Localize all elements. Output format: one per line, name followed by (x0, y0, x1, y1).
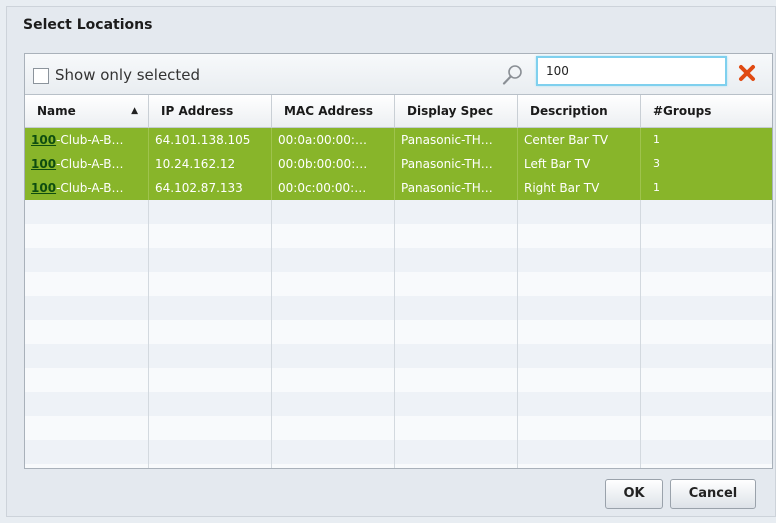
empty-row (25, 320, 772, 344)
search-match-text: 100 (31, 133, 57, 147)
cell-description: Center Bar TV (518, 128, 641, 152)
cancel-button[interactable]: Cancel (670, 479, 756, 509)
table-row[interactable]: 100-Club-A-B… 10.24.162.12 00:0b:00:00:…… (25, 152, 772, 176)
cell-name: 100-Club-A-B… (25, 128, 149, 152)
name-text: -Club-A-B… (56, 181, 124, 195)
cell-display-spec: Panasonic-TH… (395, 152, 518, 176)
column-header-display-spec[interactable]: Display Spec (395, 95, 518, 128)
filter-toolbar: Show only selected (25, 54, 772, 95)
show-only-selected-label[interactable]: Show only selected (55, 66, 200, 84)
search-match-text: 100 (31, 181, 57, 195)
empty-row (25, 200, 772, 224)
cell-display-spec: Panasonic-TH… (395, 176, 518, 200)
cell-description: Right Bar TV (518, 176, 641, 200)
table-row[interactable]: 100-Club-A-B… 64.102.87.133 00:0c:00:00:… (25, 176, 772, 200)
cell-ip-address: 64.101.138.105 (149, 128, 272, 152)
cell-ip-address: 10.24.162.12 (149, 152, 272, 176)
cell-mac-address: 00:0b:00:00:… (272, 152, 395, 176)
empty-row (25, 464, 772, 468)
ok-button[interactable]: OK (605, 479, 663, 509)
column-header-ip-address[interactable]: IP Address (149, 95, 272, 128)
locations-panel: Show only selected Name ▲ IP Address MAC… (24, 53, 773, 469)
search-icon (502, 65, 522, 85)
empty-row (25, 248, 772, 272)
cell-groups: 1 (653, 181, 660, 194)
locations-table: Name ▲ IP Address MAC Address Display Sp… (25, 95, 772, 468)
cell-groups: 1 (653, 133, 660, 146)
cell-mac-address: 00:0a:00:00:… (272, 128, 395, 152)
search-input[interactable] (536, 56, 727, 86)
empty-row (25, 272, 772, 296)
column-header-description[interactable]: Description (518, 95, 641, 128)
empty-row (25, 392, 772, 416)
close-icon[interactable] (736, 62, 758, 84)
show-only-selected-checkbox[interactable] (33, 68, 49, 84)
cell-groups: 3 (653, 157, 660, 170)
cell-description: Left Bar TV (518, 152, 641, 176)
cell-mac-address: 00:0c:00:00:… (272, 176, 395, 200)
empty-row (25, 368, 772, 392)
cell-display-spec: Panasonic-TH… (395, 128, 518, 152)
name-text: -Club-A-B… (56, 157, 124, 171)
column-header-label: Name (37, 104, 76, 118)
cell-name: 100-Club-A-B… (25, 152, 149, 176)
table-body: 100-Club-A-B… 64.101.138.105 00:0a:00:00… (25, 128, 772, 468)
empty-row (25, 344, 772, 368)
empty-row (25, 224, 772, 248)
column-header-mac-address[interactable]: MAC Address (272, 95, 395, 128)
cell-name: 100-Club-A-B… (25, 176, 149, 200)
select-locations-dialog: Select Locations Show only selected Name… (6, 6, 776, 517)
cell-ip-address: 64.102.87.133 (149, 176, 272, 200)
name-text: -Club-A-B… (56, 133, 124, 147)
column-header-name[interactable]: Name ▲ (25, 95, 149, 128)
dialog-title: Select Locations (23, 17, 153, 33)
empty-row (25, 440, 772, 464)
empty-row (25, 416, 772, 440)
sort-ascending-icon: ▲ (131, 106, 138, 116)
empty-row (25, 296, 772, 320)
search-match-text: 100 (31, 157, 57, 171)
column-header-groups[interactable]: #Groups (641, 95, 772, 128)
table-header: Name ▲ IP Address MAC Address Display Sp… (25, 95, 772, 128)
table-row[interactable]: 100-Club-A-B… 64.101.138.105 00:0a:00:00… (25, 128, 772, 152)
